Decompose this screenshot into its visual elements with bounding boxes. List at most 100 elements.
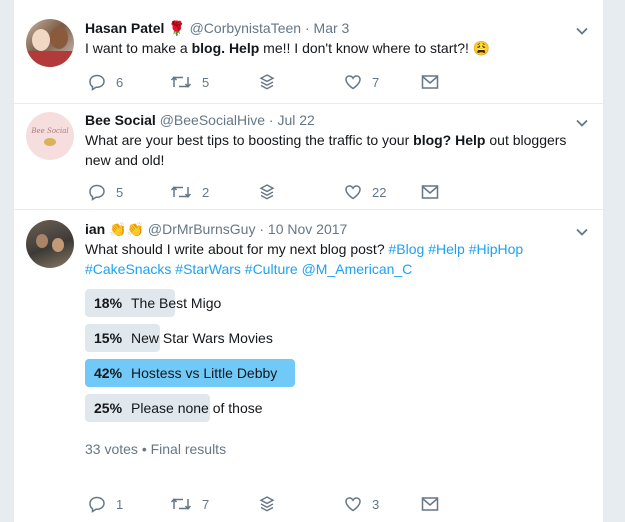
separator-dot: · xyxy=(268,112,274,128)
reply-button[interactable]: 6 xyxy=(88,72,123,92)
clapping-hands-emoji: 👏👏 xyxy=(109,221,144,237)
poll-option: 25% Please none of those xyxy=(85,394,505,422)
like-count: 7 xyxy=(372,74,380,90)
reply-icon xyxy=(89,74,105,91)
message-icon xyxy=(421,75,439,89)
message-icon xyxy=(421,497,439,511)
tweet-header: Hasan Patel 🌹 @CorbynistaTeen · Mar 3 xyxy=(85,20,349,37)
tweet[interactable]: Hasan Patel 🌹 @CorbynistaTeen · Mar 3 I … xyxy=(14,0,603,104)
poll-percent: 15% xyxy=(94,330,123,346)
tweet-text: What are your best tips to boosting the … xyxy=(85,130,585,170)
avatar-logo-text: Bee Social xyxy=(31,127,69,135)
like-button[interactable]: 7 xyxy=(344,72,379,92)
user-handle[interactable]: @CorbynistaTeen xyxy=(190,20,302,36)
timestamp[interactable]: Mar 3 xyxy=(314,20,350,36)
like-count: 3 xyxy=(372,496,380,512)
poll-option-label: New Star Wars Movies xyxy=(131,330,273,346)
tired-face-emoji: 😩 xyxy=(472,40,491,56)
reply-count: 1 xyxy=(116,496,124,512)
retweet-button[interactable]: 7 xyxy=(170,494,209,514)
chevron-down-icon[interactable] xyxy=(575,116,589,130)
tweet-text: I want to make a blog. Help me!! I don't… xyxy=(85,38,585,58)
user-handle[interactable]: @DrMrBurnsGuy xyxy=(148,221,256,237)
reply-icon xyxy=(89,496,105,513)
reply-count: 5 xyxy=(116,184,124,200)
reply-count: 6 xyxy=(116,74,124,90)
tweet-text-part: What are your best tips to boosting the … xyxy=(85,132,414,148)
poll-option: 18% The Best Migo xyxy=(85,289,505,317)
tweet-text: What should I write about for my next bl… xyxy=(85,239,585,279)
display-name[interactable]: Bee Social xyxy=(85,112,156,128)
retweet-icon xyxy=(170,498,192,510)
reply-icon xyxy=(89,184,105,201)
retweet-button[interactable]: 5 xyxy=(170,72,209,92)
separator-dot: · xyxy=(259,221,265,237)
stack-icon xyxy=(259,496,275,512)
hashtag-link[interactable]: #Blog xyxy=(389,241,425,257)
like-button[interactable]: 22 xyxy=(344,182,386,202)
hashtag-link[interactable]: #Help xyxy=(428,241,465,257)
tweet[interactable]: Bee Social Bee Social @BeeSocialHive · J… xyxy=(14,103,603,210)
poll-option-label: Hostess vs Little Debby xyxy=(131,365,278,381)
retweet-icon xyxy=(170,76,192,88)
reply-button[interactable]: 5 xyxy=(88,182,123,202)
display-name[interactable]: ian xyxy=(85,221,105,237)
stack-button[interactable] xyxy=(259,182,275,202)
retweet-icon xyxy=(170,186,192,198)
retweet-count: 2 xyxy=(202,184,210,200)
like-button[interactable]: 3 xyxy=(344,494,379,514)
hashtag-link[interactable]: #Culture xyxy=(245,261,298,277)
poll-percent: 18% xyxy=(94,295,123,311)
retweet-button[interactable]: 2 xyxy=(170,182,209,202)
user-handle[interactable]: @BeeSocialHive xyxy=(160,112,265,128)
hashtag-link[interactable]: #StarWars xyxy=(175,261,241,277)
retweet-count: 7 xyxy=(202,496,210,512)
message-button[interactable] xyxy=(421,182,439,202)
timeline: Hasan Patel 🌹 @CorbynistaTeen · Mar 3 I … xyxy=(14,0,603,522)
retweet-count: 5 xyxy=(202,74,210,90)
reply-button[interactable]: 1 xyxy=(88,494,123,514)
tweet-text-part: me!! I don't know where to start?! xyxy=(259,40,473,56)
poll-option-label: Please none of those xyxy=(131,400,263,416)
hashtag-link[interactable]: #HipHop xyxy=(469,241,523,257)
tweet-text-highlight: Help xyxy=(228,40,260,56)
poll-percent: 42% xyxy=(94,365,123,381)
timestamp[interactable]: 10 Nov 2017 xyxy=(268,221,347,237)
tweet-actions: 1 7 3 xyxy=(88,494,448,514)
timestamp[interactable]: Jul 22 xyxy=(277,112,314,128)
rose-emoji: 🌹 xyxy=(168,20,186,36)
tweet[interactable]: ian 👏👏 @DrMrBurnsGuy · 10 Nov 2017 What … xyxy=(14,209,603,522)
tweet-header: ian 👏👏 @DrMrBurnsGuy · 10 Nov 2017 xyxy=(85,221,347,238)
display-name[interactable]: Hasan Patel xyxy=(85,20,164,36)
avatar[interactable] xyxy=(26,19,74,67)
like-icon xyxy=(345,185,361,200)
poll-option-label: The Best Migo xyxy=(131,295,222,311)
tweet-actions: 5 2 22 xyxy=(88,182,448,202)
tweet-text-highlight: blog? xyxy=(413,132,452,148)
chevron-down-icon[interactable] xyxy=(575,225,589,239)
poll-option: 15% New Star Wars Movies xyxy=(85,324,505,352)
chevron-down-icon[interactable] xyxy=(575,24,589,38)
like-icon xyxy=(345,497,361,512)
mention-link[interactable]: @M_American_C xyxy=(302,261,413,277)
avatar[interactable] xyxy=(26,220,74,268)
avatar[interactable]: Bee Social xyxy=(26,112,74,160)
hashtag-link[interactable]: #CakeSnacks xyxy=(85,261,171,277)
tweet-actions: 6 5 7 xyxy=(88,72,448,92)
message-icon xyxy=(421,185,439,199)
poll-results-meta: 33 votes • Final results xyxy=(85,441,227,457)
tweet-text-highlight: Help xyxy=(455,132,486,148)
tweet-text-part: I want to make a xyxy=(85,40,192,56)
stack-button[interactable] xyxy=(259,72,275,92)
message-button[interactable] xyxy=(421,72,439,92)
poll-option: 42% Hostess vs Little Debby xyxy=(85,359,505,387)
message-button[interactable] xyxy=(421,494,439,514)
like-icon xyxy=(345,75,361,90)
tweet-text-part: What should I write about for my next bl… xyxy=(85,241,389,257)
like-count: 22 xyxy=(372,184,387,200)
stack-button[interactable] xyxy=(259,494,275,514)
stack-icon xyxy=(259,74,275,90)
tweet-header: Bee Social @BeeSocialHive · Jul 22 xyxy=(85,112,315,128)
tweet-text-highlight: blog. xyxy=(191,40,226,56)
separator-dot: · xyxy=(304,20,310,36)
